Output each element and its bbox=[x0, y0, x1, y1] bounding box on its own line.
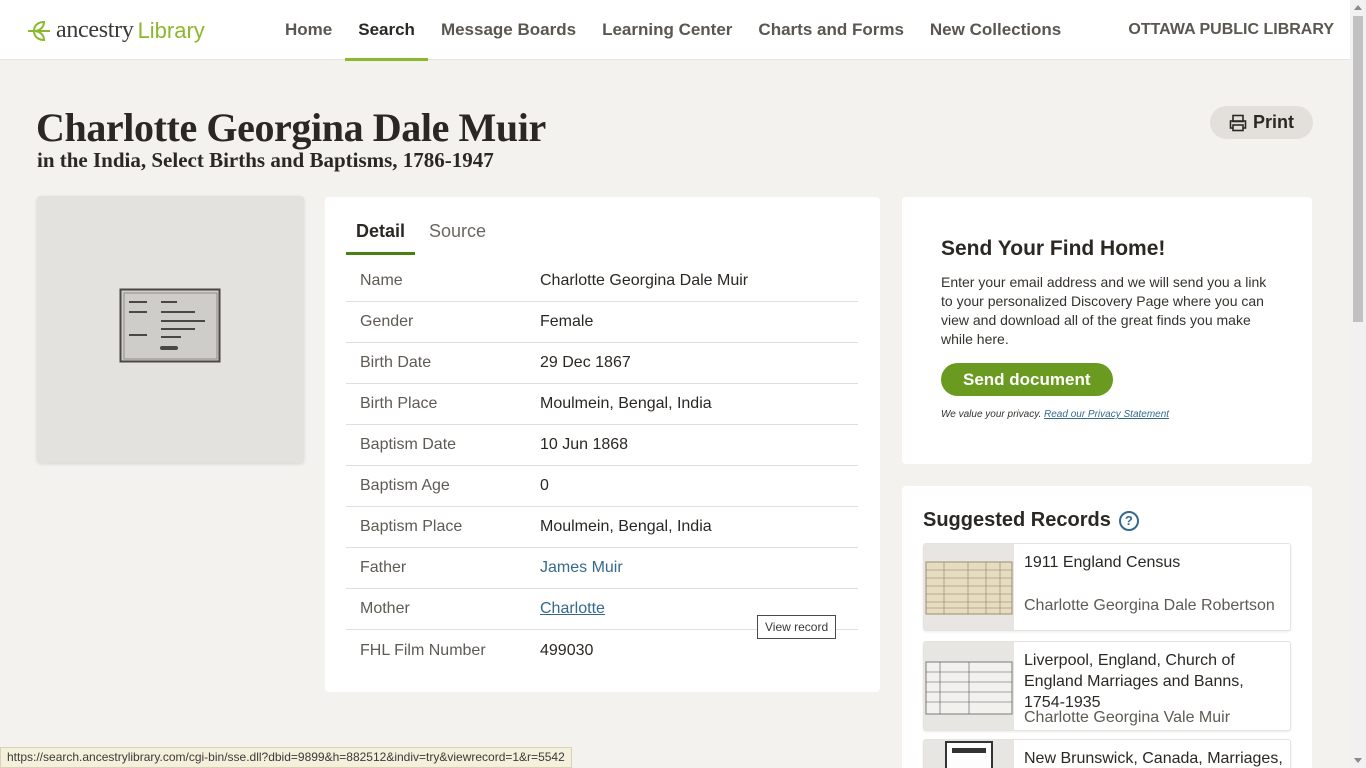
census-document-thumbnail-icon bbox=[925, 561, 1013, 615]
table-row: Baptism Date 10 Jun 1868 bbox=[346, 425, 858, 466]
marriage-register-thumbnail-icon bbox=[925, 661, 1013, 715]
record-collection-title: Liverpool, England, Church of England Ma… bbox=[1024, 652, 1244, 711]
scroll-down-arrow-icon[interactable] bbox=[1354, 758, 1362, 763]
suggested-records-heading: Suggested Records ? bbox=[923, 509, 1139, 532]
nav-new-collections[interactable]: New Collections bbox=[917, 0, 1074, 60]
table-row: Birth Place Moulmein, Bengal, India bbox=[346, 384, 858, 425]
field-label: FHL Film Number bbox=[360, 641, 486, 659]
privacy-prefix: We value your privacy. bbox=[941, 409, 1042, 420]
suggested-record-card[interactable]: New Brunswick, Canada, Marriages, bbox=[923, 739, 1291, 768]
field-value: 29 Dec 1867 bbox=[540, 354, 631, 371]
nav-search[interactable]: Search bbox=[345, 0, 428, 61]
nav-learning-center[interactable]: Learning Center bbox=[589, 0, 745, 60]
scroll-thumb[interactable] bbox=[1353, 16, 1363, 322]
vertical-scrollbar[interactable] bbox=[1350, 0, 1366, 768]
help-icon[interactable]: ? bbox=[1118, 510, 1139, 531]
view-record-tooltip: View record bbox=[757, 615, 837, 639]
suggested-record-card[interactable]: 1911 England Census Charlotte Georgina D… bbox=[923, 543, 1291, 631]
table-row: Baptism Age 0 bbox=[346, 466, 858, 507]
nav-message-boards[interactable]: Message Boards bbox=[428, 0, 589, 60]
record-thumbnail bbox=[924, 740, 1014, 768]
field-label: Birth Date bbox=[360, 354, 432, 371]
field-label: Name bbox=[360, 272, 403, 289]
suggested-records-panel: Suggested Records ? 1911 England Census … bbox=[902, 486, 1312, 768]
record-collection-title: 1911 England Census bbox=[1024, 554, 1181, 571]
table-row: Baptism Place Moulmein, Bengal, India bbox=[346, 507, 858, 548]
send-home-description: Enter your email address and we will sen… bbox=[941, 274, 1267, 347]
table-row: Gender Female bbox=[346, 302, 858, 343]
suggested-record-card[interactable]: Liverpool, England, Church of England Ma… bbox=[923, 641, 1291, 731]
privacy-statement-link[interactable]: Read our Privacy Statement bbox=[1044, 409, 1169, 420]
send-document-button[interactable]: Send document bbox=[941, 363, 1113, 396]
record-detail-card: Detail Source Name Charlotte Georgina Da… bbox=[325, 197, 880, 692]
collection-subtitle: in the India, Select Births and Baptisms… bbox=[37, 148, 494, 172]
record-thumbnail bbox=[924, 642, 1014, 730]
privacy-note: We value your privacy. Read our Privacy … bbox=[941, 409, 1169, 420]
suggested-records-title: Suggested Records bbox=[923, 509, 1111, 531]
detail-table: Name Charlotte Georgina Dale Muir Gender… bbox=[346, 261, 858, 671]
send-find-home-card: Send Your Find Home! Enter your email ad… bbox=[902, 197, 1312, 464]
leaf-icon bbox=[28, 20, 50, 41]
record-thumbnail bbox=[924, 544, 1014, 630]
library-account-menu[interactable]: OTTAWA PUBLIC LIBRARY bbox=[1124, 0, 1334, 60]
field-value: Female bbox=[540, 313, 594, 330]
ancestry-library-logo[interactable]: ancestry Library bbox=[26, 17, 205, 44]
logo-brand-text: ancestry bbox=[56, 17, 134, 43]
field-value: 10 Jun 1868 bbox=[540, 436, 629, 453]
field-value: 499030 bbox=[540, 641, 594, 659]
print-label: Print bbox=[1252, 112, 1294, 132]
record-person-name: Charlotte Georgina Vale Muir bbox=[1024, 709, 1231, 726]
field-value: Moulmein, Bengal, India bbox=[540, 395, 712, 412]
field-value: Moulmein, Bengal, India bbox=[540, 518, 712, 535]
printer-icon bbox=[1229, 114, 1247, 131]
field-label: Baptism Place bbox=[360, 518, 463, 535]
field-value: 0 bbox=[540, 477, 549, 494]
table-row: Birth Date 29 Dec 1867 bbox=[346, 343, 858, 384]
logo-library-text: Library bbox=[137, 17, 205, 43]
send-home-title: Send Your Find Home! bbox=[941, 237, 1166, 260]
field-label: Father bbox=[360, 559, 407, 576]
nav-charts-and-forms[interactable]: Charts and Forms bbox=[745, 0, 916, 60]
table-row: Name Charlotte Georgina Dale Muir bbox=[346, 261, 858, 302]
register-book-thumbnail-icon bbox=[945, 741, 993, 768]
field-label: Birth Place bbox=[360, 395, 438, 412]
field-label: Mother bbox=[360, 600, 410, 617]
mother-link[interactable]: Charlotte bbox=[540, 600, 605, 618]
tab-source[interactable]: Source bbox=[419, 215, 496, 255]
field-label: Baptism Age bbox=[360, 477, 450, 494]
browser-status-url: https://search.ancestrylibrary.com/cgi-b… bbox=[0, 747, 572, 768]
page-title: Charlotte Georgina Dale Muir bbox=[36, 105, 546, 150]
scroll-up-arrow-icon[interactable] bbox=[1354, 5, 1362, 10]
main-nav: Home Search Message Boards Learning Cent… bbox=[272, 0, 1074, 61]
field-value: Charlotte Georgina Dale Muir bbox=[540, 272, 749, 289]
field-label: Gender bbox=[360, 313, 414, 330]
field-label: Baptism Date bbox=[360, 436, 457, 453]
record-collection-title: New Brunswick, Canada, Marriages, bbox=[1024, 750, 1283, 767]
record-person-name: Charlotte Georgina Dale Robertson bbox=[1024, 597, 1275, 614]
document-record-icon bbox=[119, 288, 221, 363]
print-button[interactable]: Print bbox=[1210, 106, 1313, 139]
tab-detail[interactable]: Detail bbox=[346, 215, 416, 255]
father-link[interactable]: James Muir bbox=[540, 559, 623, 577]
detail-tabs: Detail Source bbox=[346, 215, 500, 255]
table-row: Father James Muir bbox=[346, 548, 858, 589]
nav-home[interactable]: Home bbox=[272, 0, 345, 60]
top-navigation-bar: ancestry Library Home Search Message Boa… bbox=[0, 0, 1350, 61]
record-image-placeholder[interactable] bbox=[37, 196, 304, 463]
